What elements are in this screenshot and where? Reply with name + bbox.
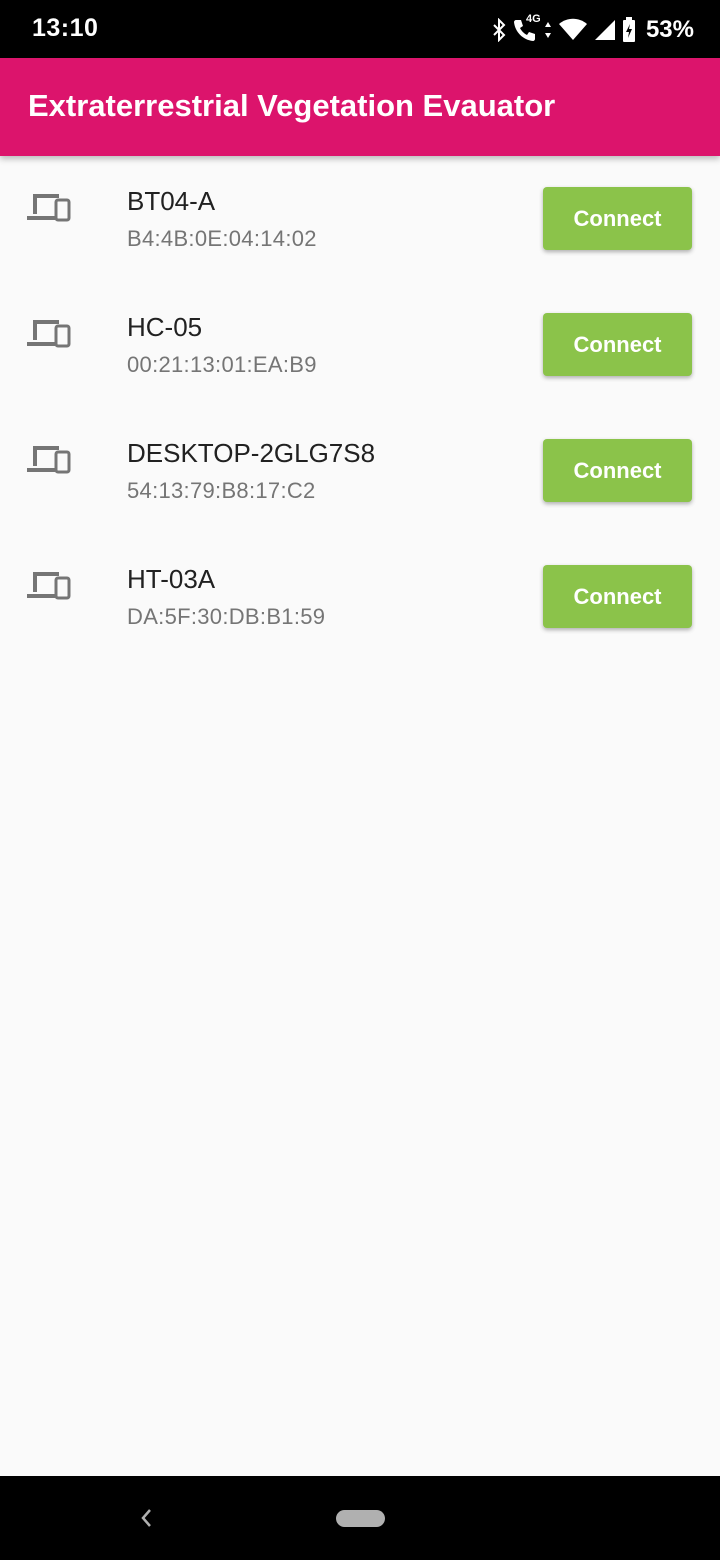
home-pill-icon[interactable]: [336, 1510, 385, 1527]
data-arrows-icon: [544, 20, 552, 40]
device-row: DESKTOP-2GLG7S8 54:13:79:B8:17:C2 Connec…: [0, 408, 720, 534]
status-icons: 4G 53%: [492, 13, 694, 46]
back-icon[interactable]: [136, 1504, 158, 1532]
connect-button[interactable]: Connect: [543, 313, 692, 376]
device-name: HT-03A: [127, 564, 216, 594]
volte-call-icon: 4G: [512, 13, 541, 43]
connect-button[interactable]: Connect: [543, 439, 692, 502]
status-time: 13:10: [32, 14, 99, 42]
4g-data-icon: 4G: [525, 13, 541, 25]
device-name: BT04-A: [127, 186, 216, 216]
wifi-icon: [558, 18, 588, 42]
battery-icon: [622, 17, 636, 43]
device-list: BT04-A B4:4B:0E:04:14:02 Connect HC-05 0…: [0, 156, 720, 660]
app-bar: Extraterrestrial Vegetation Evauator: [0, 58, 720, 156]
devices-icon: [27, 190, 71, 224]
devices-icon: [27, 442, 71, 476]
device-address: 54:13:79:B8:17:C2: [127, 478, 316, 503]
device-row: BT04-A B4:4B:0E:04:14:02 Connect: [0, 156, 720, 282]
connect-button[interactable]: Connect: [543, 187, 692, 250]
device-name: HC-05: [127, 312, 203, 342]
device-row: HC-05 00:21:13:01:EA:B9 Connect: [0, 282, 720, 408]
devices-icon: [27, 316, 71, 350]
navigation-bar: [0, 1476, 720, 1560]
device-address: DA:5F:30:DB:B1:59: [127, 604, 326, 629]
connect-button[interactable]: Connect: [543, 565, 692, 628]
device-address: B4:4B:0E:04:14:02: [127, 226, 317, 251]
battery-percent: 53%: [645, 16, 694, 43]
devices-icon: [27, 568, 71, 602]
device-row: HT-03A DA:5F:30:DB:B1:59 Connect: [0, 534, 720, 660]
app-title: Extraterrestrial Vegetation Evauator: [28, 88, 556, 123]
cell-signal-icon: [594, 18, 616, 42]
bluetooth-icon: [492, 18, 506, 42]
status-bar: 13:10 4G 53%: [0, 0, 720, 58]
device-name: DESKTOP-2GLG7S8: [127, 438, 376, 468]
device-address: 00:21:13:01:EA:B9: [127, 352, 317, 377]
